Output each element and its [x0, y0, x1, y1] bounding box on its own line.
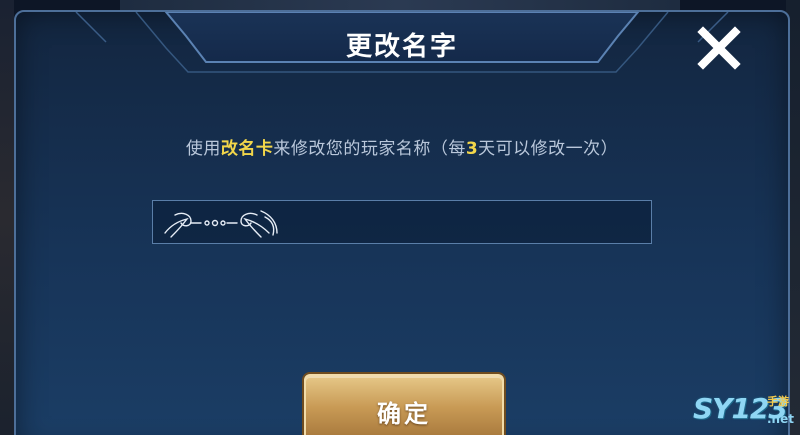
rename-instruction: 使用改名卡来修改您的玩家名称（每3天可以修改一次）: [16, 134, 788, 159]
dialog-title: 更改名字: [345, 32, 458, 62]
rename-dialog: 更改名字 使用改名卡来修改您的玩家名称（每3天可以修改一次） 确定: [14, 10, 790, 435]
cooldown-days-highlight: 3: [465, 139, 479, 159]
close-button[interactable]: [691, 20, 747, 76]
close-icon: [697, 26, 741, 70]
confirm-button-label: 确定: [377, 400, 431, 428]
watermark-domain: .net: [767, 412, 794, 426]
rename-card-highlight: 改名卡: [220, 139, 274, 159]
instruction-text-middle: 来修改您的玩家名称（每: [273, 139, 466, 159]
player-name-input[interactable]: [153, 201, 651, 243]
game-screen: 更改名字 使用改名卡来修改您的玩家名称（每3天可以修改一次） 确定 SY123 …: [0, 0, 800, 435]
name-input-field[interactable]: [152, 200, 652, 244]
site-watermark-logo: SY123 手游 .net: [693, 392, 797, 432]
watermark-sub: 手游: [767, 395, 789, 408]
background-scene-left: [0, 0, 14, 435]
confirm-button[interactable]: 确定: [304, 374, 504, 435]
dialog-header: 更改名字: [16, 12, 788, 82]
instruction-text-after: 天可以修改一次）: [478, 139, 619, 159]
instruction-text-before: 使用: [185, 139, 221, 159]
